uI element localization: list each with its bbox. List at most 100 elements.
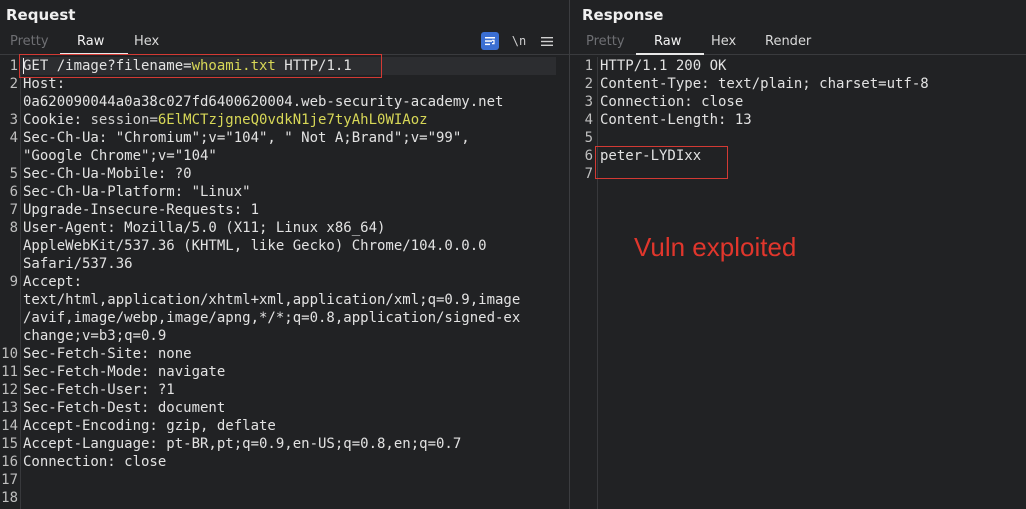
response-line-number: 1 xyxy=(584,58,593,74)
code-token: Accept: xyxy=(23,274,83,290)
response-tab-render[interactable]: Render xyxy=(765,34,811,49)
code-token: HTTP/1.1 xyxy=(275,58,352,74)
code-token: Sec-Ch-Ua-Platform: "Linux" xyxy=(23,184,251,200)
request-line-text: AppleWebKit/537.36 (KHTML, like Gecko) C… xyxy=(23,237,487,255)
request-code-line: 1 GET /image?filename=whoami.txt HTTP/1.1 xyxy=(0,57,569,75)
response-line-text: Content-Length: 13 xyxy=(600,111,752,129)
request-tab-hex[interactable]: Hex xyxy=(134,34,159,49)
request-line-text: Safari/537.36 xyxy=(23,255,133,273)
code-token: Content-Type: text/plain; charset=utf-8 xyxy=(600,76,929,92)
request-code-line: AppleWebKit/537.36 (KHTML, like Gecko) C… xyxy=(0,237,569,255)
request-line-number: 12 xyxy=(1,382,18,398)
response-title: Response xyxy=(582,6,664,24)
code-token: Sec-Fetch-Mode: navigate xyxy=(23,364,226,380)
code-token: Sec-Fetch-User: ?1 xyxy=(23,382,175,398)
code-token: Connection: close xyxy=(600,94,744,110)
request-tabs: Pretty Raw Hex \n xyxy=(0,32,569,55)
request-line-number: 18 xyxy=(1,490,18,506)
hamburger-menu-icon[interactable] xyxy=(538,32,556,50)
response-code-line: 2 Content-Type: text/plain; charset=utf-8 xyxy=(570,75,1026,93)
request-line-number: 10 xyxy=(1,346,18,362)
request-line-text: Accept: xyxy=(23,273,82,291)
code-token: GET /image?filename= xyxy=(23,58,192,74)
request-line-number: 5 xyxy=(9,166,18,182)
request-line-text: Sec-Ch-Ua: "Chromium";v="104", " Not A;B… xyxy=(23,129,470,147)
response-line-text: Content-Type: text/plain; charset=utf-8 xyxy=(600,75,929,93)
response-tab-hex[interactable]: Hex xyxy=(711,34,736,49)
text-caret xyxy=(23,58,24,74)
request-code-line: 3 Cookie: session=6ElMCTzjgneQ0vdkN1je7ty… xyxy=(0,111,569,129)
request-line-text: Sec-Ch-Ua-Platform: "Linux" xyxy=(23,183,251,201)
request-tab-pretty[interactable]: Pretty xyxy=(10,34,49,49)
response-editor[interactable]: 1 HTTP/1.1 200 OK 2 Content-Type: text/plai… xyxy=(570,57,1026,509)
code-token: change;v=b3;q=0.9 xyxy=(23,328,167,344)
request-code-line: 6 Sec-Ch-Ua-Platform: "Linux" xyxy=(0,183,569,201)
request-line-text: Sec-Ch-Ua-Mobile: ?0 xyxy=(23,165,192,183)
code-token: text/html,application/xhtml+xml,applicat… xyxy=(23,292,521,308)
wrap-lines-icon[interactable] xyxy=(481,32,499,50)
request-code-line: 9 Accept: xyxy=(0,273,569,291)
request-line-text: change;v=b3;q=0.9 xyxy=(23,327,166,345)
code-token: Safari/537.36 xyxy=(23,256,133,272)
request-editor[interactable]: 1 GET /image?filename=whoami.txt HTTP/1.1… xyxy=(0,57,569,509)
request-line-text: Sec-Fetch-Site: none xyxy=(23,345,192,363)
request-line-number: 4 xyxy=(9,130,18,146)
request-code-line: 18 xyxy=(0,489,569,507)
request-line-number: 3 xyxy=(9,112,18,128)
request-line-text: Host: xyxy=(23,75,65,93)
request-code-line: 2 Host: xyxy=(0,75,569,93)
request-line-number: 9 xyxy=(9,274,18,290)
request-line-number: 2 xyxy=(9,76,18,92)
response-line-number: 3 xyxy=(584,94,593,110)
request-code-line: 8 User-Agent: Mozilla/5.0 (X11; Linux x86… xyxy=(0,219,569,237)
response-code-line: 3 Connection: close xyxy=(570,93,1026,111)
response-code-line: 4 Content-Length: 13 xyxy=(570,111,1026,129)
request-line-text: Sec-Fetch-User: ?1 xyxy=(23,381,175,399)
request-line-text: Accept-Language: pt-BR,pt;q=0.9,en-US;q=… xyxy=(23,435,461,453)
request-title: Request xyxy=(6,6,76,24)
response-tab-raw[interactable]: Raw xyxy=(654,34,681,49)
response-code-line: 6 peter-LYDIxx xyxy=(570,147,1026,165)
request-code-line: text/html,application/xhtml+xml,applicat… xyxy=(0,291,569,309)
request-line-text: GET /image?filename=whoami.txt HTTP/1.1 xyxy=(23,57,352,75)
response-line-number: 6 xyxy=(584,148,593,164)
request-code-line: 10 Sec-Fetch-Site: none xyxy=(0,345,569,363)
request-code-line: /avif,image/webp,image/apng,*/*;q=0.8,ap… xyxy=(0,309,569,327)
request-line-text: Cookie: session=6ElMCTzjgneQ0vdkN1je7tyA… xyxy=(23,111,428,129)
newline-toggle-icon[interactable]: \n xyxy=(510,32,528,50)
response-code-line: 5 xyxy=(570,129,1026,147)
response-line-number: 7 xyxy=(584,166,593,182)
request-active-tab-indicator xyxy=(60,53,128,55)
request-line-number: 1 xyxy=(9,58,18,74)
code-token: Upgrade-Insecure-Requests: 1 xyxy=(23,202,260,218)
response-tab-pretty[interactable]: Pretty xyxy=(586,34,625,49)
request-line-number: 15 xyxy=(1,436,18,452)
request-line-text: "Google Chrome";v="104" xyxy=(23,147,217,165)
request-line-text: text/html,application/xhtml+xml,applicat… xyxy=(23,291,520,309)
code-token: Accept-Encoding: gzip, deflate xyxy=(23,418,276,434)
code-token: HTTP/1.1 200 OK xyxy=(600,58,727,74)
request-code-line: 15 Accept-Language: pt-BR,pt;q=0.9,en-US;… xyxy=(0,435,569,453)
response-line-text: Connection: close xyxy=(600,93,743,111)
request-code-line: 16 Connection: close xyxy=(0,453,569,471)
code-token: "Google Chrome";v="104" xyxy=(23,148,217,164)
code-token: Sec-Ch-Ua-Mobile: ?0 xyxy=(23,166,192,182)
code-token: Host: xyxy=(23,76,66,92)
response-line-text: peter-LYDIxx xyxy=(600,147,701,165)
highlighted-value: whoami.txt xyxy=(191,58,276,74)
request-code-line: 13 Sec-Fetch-Dest: document xyxy=(0,399,569,417)
response-line-number: 4 xyxy=(584,112,593,128)
response-pane: Response Pretty Raw Hex Render 1 HTTP/1.1… xyxy=(570,0,1026,509)
request-line-text: Sec-Fetch-Mode: navigate xyxy=(23,363,225,381)
request-line-number: 17 xyxy=(1,472,18,488)
highlighted-value: 6ElMCTzjgneQ0vdkN1je7tyAhL0WIAoz xyxy=(157,112,428,128)
request-line-number: 7 xyxy=(9,202,18,218)
response-code-line: 7 xyxy=(570,165,1026,183)
request-code-line: Safari/537.36 xyxy=(0,255,569,273)
request-code-line: 11 Sec-Fetch-Mode: navigate xyxy=(0,363,569,381)
response-line-text: HTTP/1.1 200 OK xyxy=(600,57,726,75)
request-tab-raw[interactable]: Raw xyxy=(77,34,104,49)
request-code-line: 7 Upgrade-Insecure-Requests: 1 xyxy=(0,201,569,219)
request-code-line: 4 Sec-Ch-Ua: "Chromium";v="104", " Not A;… xyxy=(0,129,569,147)
response-tabs: Pretty Raw Hex Render xyxy=(570,32,1026,55)
